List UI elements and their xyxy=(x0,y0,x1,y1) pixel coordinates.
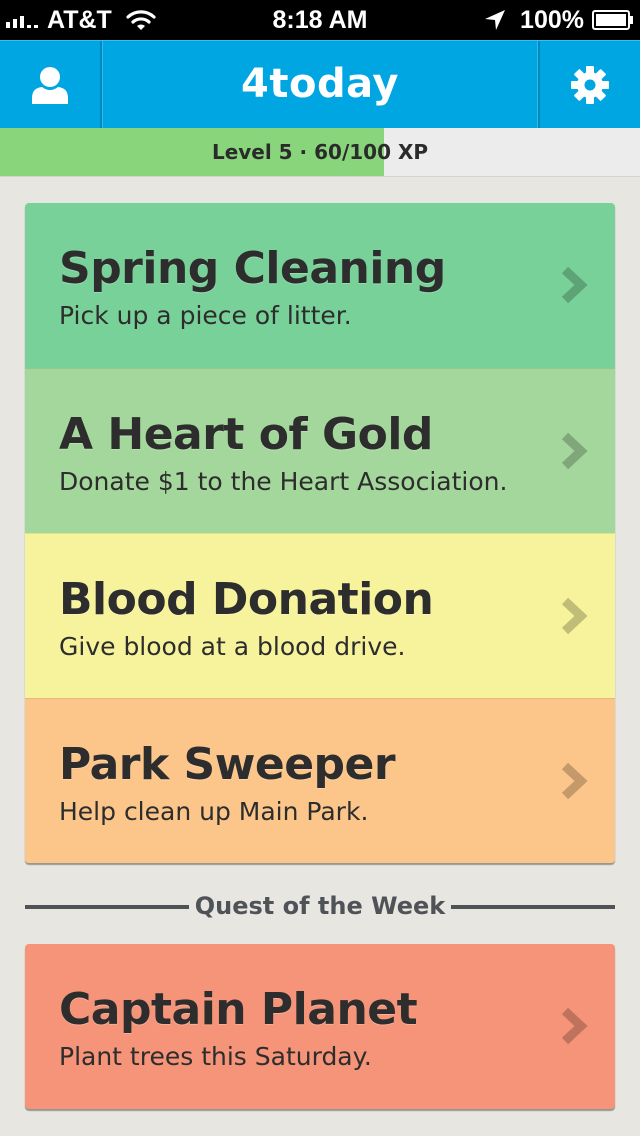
quest-list: Spring Cleaning Pick up a piece of litte… xyxy=(25,203,615,863)
quest-title: Park Sweeper xyxy=(59,739,396,790)
xp-level-label: Level 5 · 60/100 XP xyxy=(211,140,429,164)
status-right: 100% xyxy=(484,5,634,35)
status-bar: AT&T 8:18 AM 100% xyxy=(0,0,640,40)
quest-of-the-week-divider: Quest of the Week xyxy=(25,885,615,929)
quest-description: Help clean up Main Park. xyxy=(59,797,369,826)
user-icon xyxy=(32,66,68,104)
quest-description: Plant trees this Saturday. xyxy=(59,1042,372,1071)
navigation-bar: 4today xyxy=(0,40,640,128)
quest-title: Captain Planet xyxy=(59,984,418,1035)
chevron-right-icon xyxy=(561,762,588,800)
app-title: 4today xyxy=(241,61,399,107)
quest-card-captain-planet[interactable]: Captain Planet Plant trees this Saturday… xyxy=(25,944,615,1109)
profile-button[interactable] xyxy=(0,41,102,128)
chevron-right-icon xyxy=(561,266,588,304)
divider-line xyxy=(451,905,615,909)
battery-icon xyxy=(592,10,633,30)
quest-description: Donate $1 to the Heart Association. xyxy=(59,467,508,496)
chevron-right-icon xyxy=(561,597,588,635)
quest-title: A Heart of Gold xyxy=(59,409,433,460)
settings-button[interactable] xyxy=(538,41,640,128)
xp-progress-bar: Level 5 · 60/100 XP xyxy=(0,128,640,177)
chevron-right-icon xyxy=(561,432,588,470)
quest-description: Pick up a piece of litter. xyxy=(59,301,352,330)
battery-percentage: 100% xyxy=(520,5,584,34)
quest-card-blood-donation[interactable]: Blood Donation Give blood at a blood dri… xyxy=(25,533,615,698)
quest-card-park-sweeper[interactable]: Park Sweeper Help clean up Main Park. xyxy=(25,698,615,863)
chevron-right-icon xyxy=(561,1007,588,1045)
location-arrow-icon xyxy=(485,10,506,30)
quest-card-spring-cleaning[interactable]: Spring Cleaning Pick up a piece of litte… xyxy=(25,203,615,368)
gear-icon xyxy=(571,65,609,104)
quest-title: Blood Donation xyxy=(59,574,434,625)
quest-description: Give blood at a blood drive. xyxy=(59,632,406,661)
quest-title: Spring Cleaning xyxy=(59,243,446,294)
quest-card-heart-of-gold[interactable]: A Heart of Gold Donate $1 to the Heart A… xyxy=(25,368,615,533)
